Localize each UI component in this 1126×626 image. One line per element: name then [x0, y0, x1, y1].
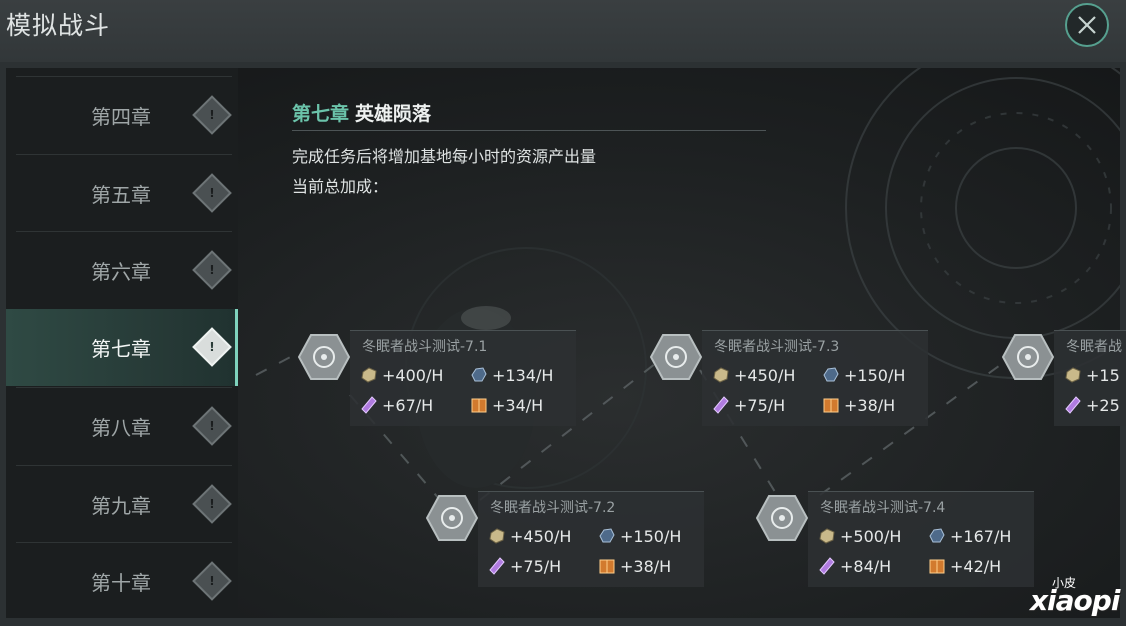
supply-crate-icon — [598, 557, 616, 575]
energy-output: +75/H — [488, 557, 561, 576]
energy-output: +25 — [1064, 396, 1120, 415]
alloy-output: +450/H — [488, 527, 571, 546]
alloy-ore-icon — [712, 366, 730, 384]
supply-crate-icon — [470, 396, 488, 414]
energy-output: +67/H — [360, 396, 433, 415]
node-name: 冬眠者战 — [1066, 339, 1122, 355]
crystal-ore-icon — [598, 527, 616, 545]
supply-output: +38/H — [598, 557, 671, 576]
supply-crate-icon — [928, 557, 946, 575]
energy-crystal-icon — [1064, 396, 1082, 414]
energy-crystal-icon — [712, 396, 730, 414]
crystal-output: +134/H — [470, 366, 553, 385]
energy-crystal-icon — [818, 557, 836, 575]
crystal-ore-icon — [470, 366, 488, 384]
alloy-ore-icon — [818, 527, 836, 545]
node-name: 冬眠者战斗测试-7.4 — [820, 500, 946, 516]
energy-output: +75/H — [712, 396, 785, 415]
target-icon — [650, 334, 702, 380]
supply-output: +38/H — [822, 396, 895, 415]
supply-output: +42/H — [928, 557, 1001, 576]
target-icon — [298, 334, 350, 380]
alloy-output: +15 — [1064, 366, 1120, 385]
crystal-output: +150/H — [598, 527, 681, 546]
crystal-output: +150/H — [822, 366, 905, 385]
target-icon — [426, 495, 478, 541]
alloy-output: +500/H — [818, 527, 901, 546]
energy-crystal-icon — [488, 557, 506, 575]
alloy-ore-icon — [360, 366, 378, 384]
crystal-output: +167/H — [928, 527, 1011, 546]
alloy-output: +400/H — [360, 366, 443, 385]
watermark-logo: 小皮 xiaopi — [1030, 574, 1126, 624]
node-name: 冬眠者战斗测试-7.1 — [362, 339, 488, 355]
crystal-ore-icon — [928, 527, 946, 545]
alloy-output: +450/H — [712, 366, 795, 385]
target-icon — [1002, 334, 1054, 380]
alloy-ore-icon — [1064, 366, 1082, 384]
node-name: 冬眠者战斗测试-7.2 — [490, 500, 616, 516]
battle-node-7-5[interactable]: 冬眠者战 +15 +25 — [1002, 330, 1126, 430]
battle-node-7-2[interactable]: 冬眠者战斗测试-7.2 +450/H +150/H +75/H +38/H — [426, 491, 756, 591]
energy-crystal-icon — [360, 396, 378, 414]
energy-output: +84/H — [818, 557, 891, 576]
supply-crate-icon — [822, 396, 840, 414]
target-icon — [756, 495, 808, 541]
crystal-ore-icon — [822, 366, 840, 384]
battle-node-7-3[interactable]: 冬眠者战斗测试-7.3 +450/H +150/H +75/H +38/H — [650, 330, 980, 430]
alloy-ore-icon — [488, 527, 506, 545]
node-name: 冬眠者战斗测试-7.3 — [714, 339, 840, 355]
supply-output: +34/H — [470, 396, 543, 415]
watermark-text: xiaopi — [1030, 584, 1120, 617]
battle-node-7-1[interactable]: 冬眠者战斗测试-7.1 +400/H +134/H +67/H +34/H — [298, 330, 628, 430]
